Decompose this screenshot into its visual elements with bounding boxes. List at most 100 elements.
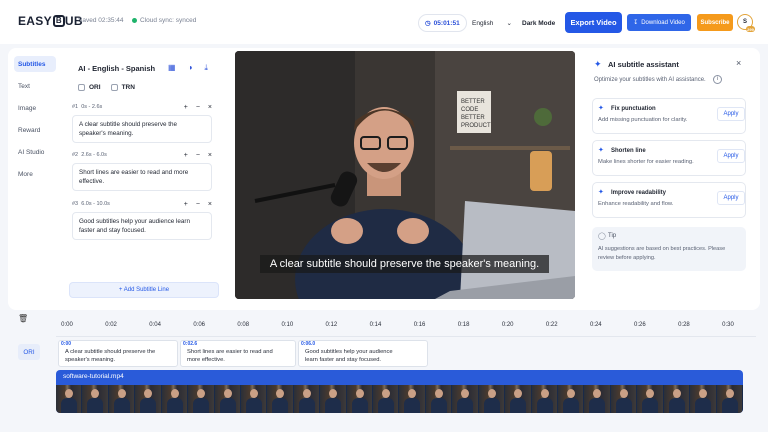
cue-text-field[interactable]: Short lines are easier to read and more … <box>72 163 212 191</box>
sidebar-item-image[interactable]: Image <box>14 100 56 116</box>
sidebar-item-text[interactable]: Text <box>14 78 56 94</box>
add-subtitle-line-button[interactable]: + Add Subtitle Line <box>69 282 219 298</box>
minus-icon[interactable]: − <box>196 152 200 159</box>
add-icon[interactable]: + <box>184 201 188 208</box>
minus-icon[interactable]: − <box>196 201 200 208</box>
subtitle-clip[interactable]: 0:02.6 Short lines are easier to read an… <box>180 340 296 367</box>
download-label: Download Video <box>641 19 685 26</box>
video-thumbnail <box>478 385 506 413</box>
video-thumbnail <box>346 385 374 413</box>
video-thumbnail <box>505 385 532 413</box>
grid-icon[interactable]: ▦ <box>168 63 176 73</box>
cue-header: #1 0s - 2.6s + − × <box>72 102 220 112</box>
video-thumbnail <box>214 385 241 413</box>
video-thumbnail <box>293 385 321 413</box>
sidebar-item-ai-studio[interactable]: AI Studio <box>14 144 56 160</box>
export-video-button[interactable]: Export Video <box>565 12 622 33</box>
subscribe-button[interactable]: Subscribe <box>697 14 733 31</box>
video-thumbnail <box>320 385 347 413</box>
toggle-ori[interactable]: ORI <box>78 84 101 91</box>
download-icon[interactable]: ⤓ <box>204 63 208 73</box>
cue-time: 0s - 2.6s <box>81 104 103 110</box>
subtitle-clip[interactable]: 0:06.0 Good subtitles help your audience… <box>298 340 428 367</box>
timer-value: 05:01:51 <box>433 19 460 27</box>
palette-icon[interactable]: ◑ <box>188 63 193 73</box>
lightbulb-icon: ◯ <box>598 233 606 240</box>
toggle-trn[interactable]: TRN <box>110 84 135 91</box>
logo[interactable]: EASY B UB <box>18 14 83 28</box>
assistant-subtitle: Optimize your subtitles with AI assistan… <box>594 77 706 83</box>
avatar[interactable]: S 299 <box>737 14 755 32</box>
video-caption: A clear subtitle should preserve the spe… <box>260 255 549 273</box>
trash-icon[interactable]: 🗑 <box>18 314 28 323</box>
timeline-tick: 0:02 <box>105 322 117 328</box>
avatar-initial: S <box>742 19 747 25</box>
timeline-tick: 0:12 <box>325 322 338 328</box>
video-thumbnail <box>56 385 83 413</box>
language-select[interactable]: English ⌄ <box>468 14 516 32</box>
track-label-ori[interactable]: ORI <box>18 344 40 360</box>
suggestion-desc: Make lines shorter for easier reading. <box>598 159 694 165</box>
apply-button[interactable]: Apply <box>717 149 745 163</box>
download-video-button[interactable]: ↧ Download Video <box>627 14 691 31</box>
video-thumbnail <box>690 385 717 413</box>
timeline-tick: 0:18 <box>457 322 470 328</box>
close-icon[interactable]: × <box>208 104 212 111</box>
cue-text-field[interactable]: Good subtitles help your audience learn … <box>72 212 212 240</box>
timeline-tick: 0:24 <box>589 322 602 328</box>
subtitle-cue: #2 2.6s - 6.0s + − × Short lines are easie… <box>72 150 220 191</box>
clip-text: Short lines are easier to read and more … <box>187 349 273 363</box>
subtitle-tools: ▦ ◑ ⤓ <box>168 63 208 73</box>
cue-header: #2 2.6s - 6.0s + − × <box>72 150 220 160</box>
ai-assistant-panel: ✦ AI subtitle assistant × Optimize your … <box>588 56 754 302</box>
subtitles-panel: AI - English - Spanish ▦ ◑ ⤓ ORI TRN #1 … <box>68 56 224 302</box>
dark-mode-toggle[interactable]: Dark Mode <box>522 14 555 32</box>
sparkle-icon: ✦ <box>598 105 604 112</box>
suggestion-card: ✦ Shorten line Make lines shorter for ea… <box>592 140 746 176</box>
clip-text: Good subtitles help your audience learn … <box>305 349 393 363</box>
subtitle-clip[interactable]: 0:00 A clear subtitle should preserve th… <box>58 340 178 367</box>
timeline-tick: 0:30 <box>722 322 734 328</box>
timeline-tick: 0:10 <box>281 322 294 328</box>
video-thumbnail <box>240 385 268 413</box>
video-thumbnails <box>56 385 743 413</box>
language-value: English <box>472 19 494 27</box>
track-toggles: ORI TRN <box>78 84 135 91</box>
add-icon[interactable]: + <box>184 104 188 111</box>
credits-badge: 299 <box>746 26 755 32</box>
close-icon[interactable]: × <box>208 201 212 208</box>
timeline-tick: 0:20 <box>501 322 514 328</box>
info-icon[interactable]: i <box>713 75 722 84</box>
cue-index: #1 <box>72 104 79 110</box>
tip-text: AI suggestions are based on best practic… <box>598 246 726 261</box>
checkbox-ori[interactable] <box>78 84 85 91</box>
video-thumbnail <box>531 385 559 413</box>
video-thumbnail <box>373 385 400 413</box>
sidebar-item-more[interactable]: More <box>14 166 56 182</box>
subtitle-cue: #1 0s - 2.6s + − × A clear subtitle should… <box>72 102 220 143</box>
timeline-tick: 0:06 <box>193 322 206 328</box>
suggestion-title: Shorten line <box>611 148 646 154</box>
sidebar-item-subtitles[interactable]: Subtitles <box>14 56 56 72</box>
video-track[interactable]: software-tutorial.mp4 <box>56 370 743 413</box>
saved-status: Saved 02:35:44 <box>78 17 124 24</box>
subtitle-cue: #3 6.0s - 10.0s + − × Good subtitles help … <box>72 199 220 240</box>
apply-button[interactable]: Apply <box>717 107 745 121</box>
cue-index: #3 <box>72 201 79 207</box>
sparkle-icon: ✦ <box>598 189 604 196</box>
video-thumbnail <box>637 385 664 413</box>
add-icon[interactable]: + <box>184 152 188 159</box>
close-icon[interactable]: × <box>208 152 212 159</box>
sync-status: Cloud sync: synced <box>132 17 196 24</box>
minus-icon[interactable]: − <box>196 104 200 111</box>
sparkle-icon: ✦ <box>598 147 604 154</box>
subtitles-title: AI - English - Spanish <box>78 64 156 73</box>
poster-line: CODE <box>461 107 478 113</box>
apply-button[interactable]: Apply <box>717 191 745 205</box>
close-icon[interactable]: × <box>736 58 741 68</box>
sidebar-item-reward[interactable]: Reward <box>14 122 56 138</box>
cue-text-field[interactable]: A clear subtitle should preserve the spe… <box>72 115 212 143</box>
video-thumbnail <box>584 385 611 413</box>
video-preview[interactable]: BETTER CODE BETTER PRODUCT A clear subti <box>235 51 575 299</box>
checkbox-trn[interactable] <box>110 84 118 91</box>
